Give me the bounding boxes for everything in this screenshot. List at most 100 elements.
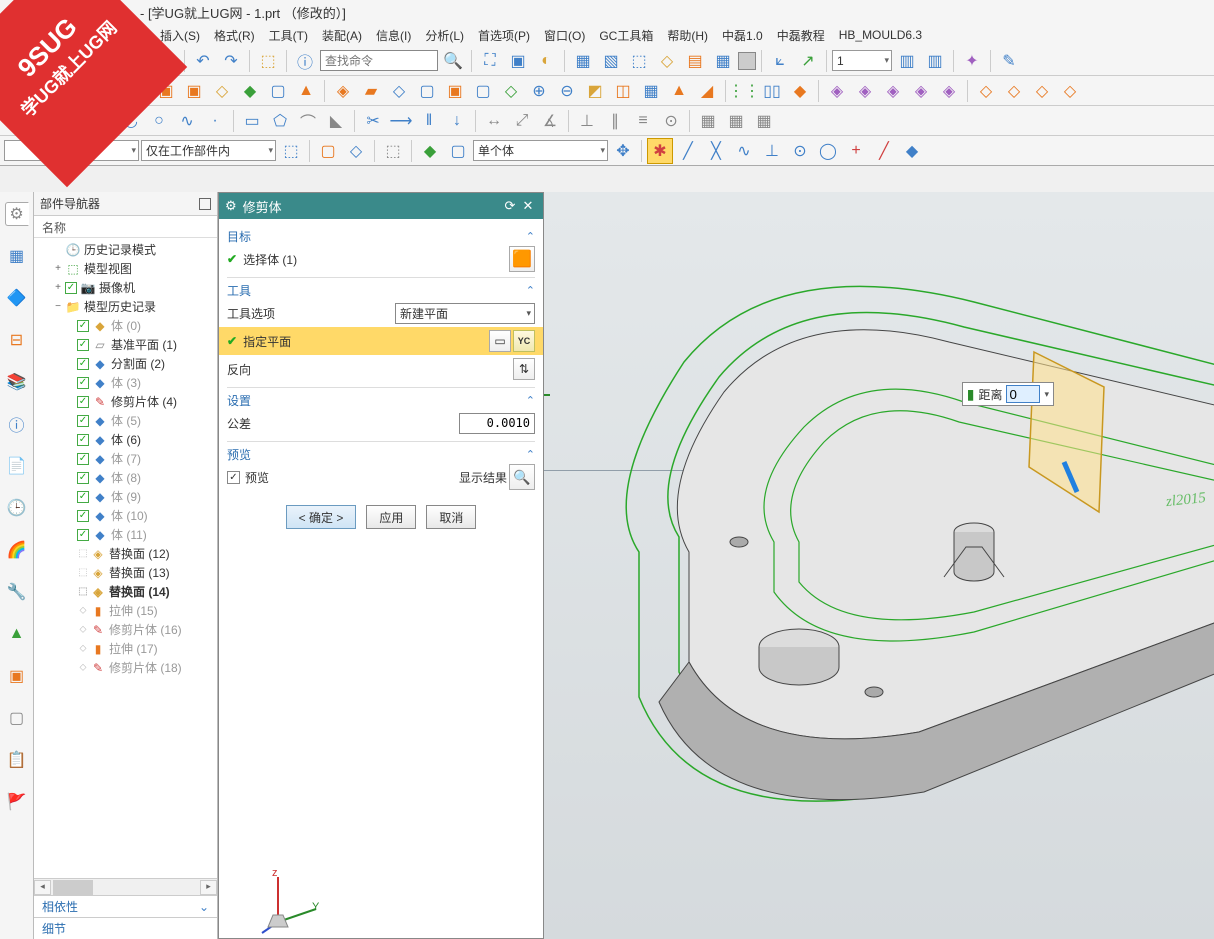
- reverse-button[interactable]: ⇅: [513, 358, 535, 380]
- menu-item[interactable]: 首选项(P): [472, 25, 536, 46]
- tool-option-select[interactable]: 新建平面: [395, 303, 535, 324]
- shade3-icon[interactable]: ▦: [710, 48, 736, 74]
- sel4-icon[interactable]: ⬚: [380, 138, 406, 164]
- sel1-icon[interactable]: ⬚: [278, 138, 304, 164]
- tree-row[interactable]: ✓◆体 (8): [34, 468, 217, 487]
- menu-item[interactable]: 帮助(H): [661, 25, 714, 46]
- menu-item[interactable]: 中磊教程: [771, 25, 831, 46]
- section-preview[interactable]: 预览⌃: [227, 441, 535, 463]
- gear-icon[interactable]: ⚙: [225, 198, 237, 214]
- trim2-icon[interactable]: ✂: [360, 108, 386, 134]
- chamfer-icon[interactable]: ◣: [323, 108, 349, 134]
- entity-combo[interactable]: 单个体: [473, 140, 608, 161]
- tree-row[interactable]: +✓📷摄像机: [34, 278, 217, 297]
- sk2-icon[interactable]: ▦: [723, 108, 749, 134]
- nav-tree[interactable]: 🕒历史记录模式+⬚模型视图+✓📷摄像机−📁模型历史记录✓◆体 (0)✓▱基准平面…: [34, 238, 217, 878]
- sel2-icon[interactable]: ▢: [315, 138, 341, 164]
- nav-tab-icon[interactable]: ⚙: [5, 202, 29, 226]
- snap-int-icon[interactable]: ╳: [703, 138, 729, 164]
- tree-row[interactable]: ✓◆体 (11): [34, 525, 217, 544]
- draft-tab-icon[interactable]: ▲: [5, 622, 29, 646]
- loft-icon[interactable]: ▰: [358, 78, 384, 104]
- fillet-icon[interactable]: ⌒: [295, 108, 321, 134]
- part-tab-icon[interactable]: 📋: [5, 748, 29, 772]
- point-icon[interactable]: ·: [202, 108, 228, 134]
- sel7-icon[interactable]: ✥: [610, 138, 636, 164]
- dim2-icon[interactable]: ⤢: [509, 108, 535, 134]
- blank-tab-icon[interactable]: ▢: [5, 706, 29, 730]
- tree-row[interactable]: ✓◆体 (6): [34, 430, 217, 449]
- draft-icon[interactable]: ◢: [694, 78, 720, 104]
- zoom-icon[interactable]: ▣: [505, 48, 531, 74]
- nav-column-name[interactable]: 名称: [34, 216, 217, 238]
- tree-row[interactable]: ✓◆体 (5): [34, 411, 217, 430]
- menu-item[interactable]: 信息(I): [370, 25, 417, 46]
- sync2-icon[interactable]: ◈: [852, 78, 878, 104]
- preview-checkbox[interactable]: ✓: [227, 471, 240, 484]
- iso-icon[interactable]: ◇: [654, 48, 680, 74]
- op6-icon[interactable]: ▦: [638, 78, 664, 104]
- surf4-icon[interactable]: ◇: [1057, 78, 1083, 104]
- color-swatch[interactable]: [738, 52, 756, 70]
- opt-tab-icon[interactable]: 🔧: [5, 580, 29, 604]
- nav-hscroll[interactable]: ◂▸: [34, 878, 217, 895]
- menu-item[interactable]: 格式(R): [208, 25, 261, 46]
- shell-icon[interactable]: ◫: [610, 78, 636, 104]
- sel6-icon[interactable]: ▢: [445, 138, 471, 164]
- tree-row[interactable]: ✓◆体 (9): [34, 487, 217, 506]
- command-search-input[interactable]: [320, 50, 438, 71]
- apply-button[interactable]: 应用: [366, 505, 416, 529]
- sync1-icon[interactable]: ◈: [824, 78, 850, 104]
- tolerance-input[interactable]: [459, 413, 535, 434]
- sel3-icon[interactable]: ◇: [343, 138, 369, 164]
- redo-icon[interactable]: ↷: [218, 48, 244, 74]
- sel-filter-combo-2[interactable]: 仅在工作部件内: [141, 140, 276, 161]
- menu-item[interactable]: 分析(L): [419, 25, 470, 46]
- op4-icon[interactable]: ▢: [470, 78, 496, 104]
- hd3d-tab-icon[interactable]: ⓘ: [5, 412, 29, 436]
- hist-tab-icon[interactable]: 🕒: [5, 496, 29, 520]
- role-tab-icon[interactable]: 📚: [5, 370, 29, 394]
- con4-icon[interactable]: ⊙: [658, 108, 684, 134]
- search-go-icon[interactable]: 🔍: [440, 48, 466, 74]
- menu-item[interactable]: HB_MOULD6.3: [833, 26, 928, 44]
- surf1-icon[interactable]: ◇: [973, 78, 999, 104]
- last-tab-icon[interactable]: 🚩: [5, 790, 29, 814]
- poly-icon[interactable]: ⬠: [267, 108, 293, 134]
- tree-row[interactable]: ⬚◈替换面 (14): [34, 582, 217, 601]
- unite-icon[interactable]: ⊕: [526, 78, 552, 104]
- sweep-icon[interactable]: ◈: [330, 78, 356, 104]
- snap-quad-icon[interactable]: ◯: [815, 138, 841, 164]
- feat1-icon[interactable]: ▣: [181, 78, 207, 104]
- csys-icon[interactable]: ✦: [959, 48, 985, 74]
- con3-icon[interactable]: ≡: [630, 108, 656, 134]
- select-body-label[interactable]: 选择体 (1): [243, 251, 297, 268]
- sel5-icon[interactable]: ◆: [417, 138, 443, 164]
- op3-icon[interactable]: ▣: [442, 78, 468, 104]
- op8-icon[interactable]: ◆: [787, 78, 813, 104]
- info-icon[interactable]: ⓘ: [292, 48, 318, 74]
- proj-icon[interactable]: ↓: [444, 108, 470, 134]
- feat2-icon[interactable]: ◇: [209, 78, 235, 104]
- sim-tab-icon[interactable]: 🌈: [5, 538, 29, 562]
- tree-row[interactable]: ⬚◈替换面 (12): [34, 544, 217, 563]
- snap-perp-icon[interactable]: ⊥: [759, 138, 785, 164]
- snap-face-icon[interactable]: ◆: [899, 138, 925, 164]
- ok-button[interactable]: < 确定 >: [286, 505, 357, 529]
- sk1-icon[interactable]: ▦: [695, 108, 721, 134]
- circle-icon[interactable]: ○: [146, 108, 172, 134]
- menu-item[interactable]: 工具(T): [263, 25, 314, 46]
- surf2-icon[interactable]: ◇: [1001, 78, 1027, 104]
- distance-float-input[interactable]: ▮ 距离: [962, 382, 1054, 406]
- tree-row[interactable]: ⬦▮拉伸 (17): [34, 639, 217, 658]
- snap-mid-icon[interactable]: ╱: [675, 138, 701, 164]
- cons-tab-icon[interactable]: 🔷: [5, 286, 29, 310]
- tree-row[interactable]: ✓◆体 (7): [34, 449, 217, 468]
- 3d-viewport[interactable]: zl2015 ▮ 距离: [544, 192, 1214, 939]
- mfg-tab-icon[interactable]: ▣: [5, 664, 29, 688]
- wcs-icon[interactable]: ⟀: [767, 48, 793, 74]
- pattern-icon[interactable]: ⋮⋮: [731, 78, 757, 104]
- nav-section-det[interactable]: 细节: [34, 917, 217, 939]
- tree-row[interactable]: ⬦✎修剪片体 (18): [34, 658, 217, 677]
- l1-icon[interactable]: ▥: [894, 48, 920, 74]
